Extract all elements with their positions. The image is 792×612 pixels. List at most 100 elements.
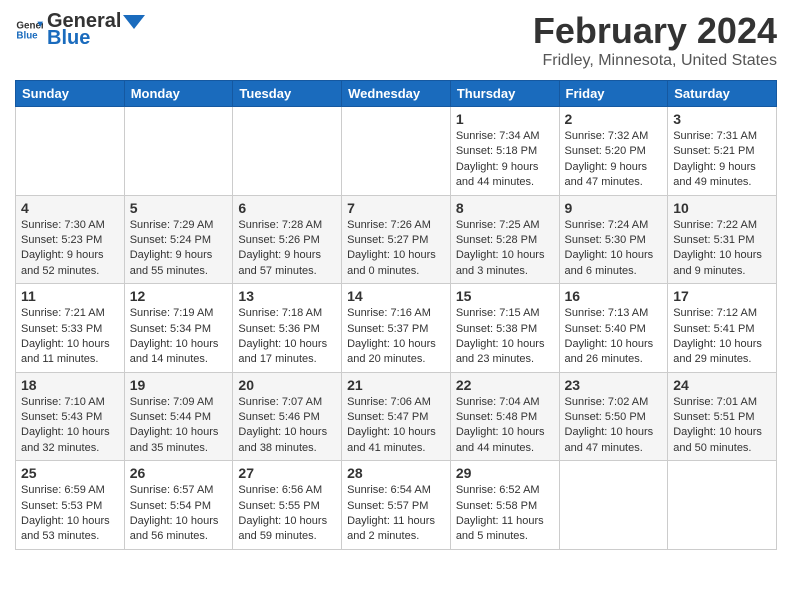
day-number: 17 bbox=[673, 288, 771, 304]
sunset-text: Sunset: 5:18 PM bbox=[456, 145, 537, 157]
day-number: 15 bbox=[456, 288, 554, 304]
daylight-text: Daylight: 10 hours and 44 minutes. bbox=[456, 426, 545, 453]
daylight-text: Daylight: 10 hours and 17 minutes. bbox=[238, 338, 327, 365]
day-number: 24 bbox=[673, 377, 771, 393]
daylight-text: Daylight: 11 hours and 2 minutes. bbox=[347, 515, 435, 542]
sunrise-text: Sunrise: 7:07 AM bbox=[238, 396, 322, 408]
day-number: 10 bbox=[673, 200, 771, 216]
table-row: 25 Sunrise: 6:59 AM Sunset: 5:53 PM Dayl… bbox=[16, 461, 125, 550]
sunset-text: Sunset: 5:54 PM bbox=[130, 500, 211, 512]
page-header: General Blue General Blue February 2024 … bbox=[15, 10, 777, 70]
day-info: Sunrise: 7:13 AM Sunset: 5:40 PM Dayligh… bbox=[565, 306, 663, 368]
day-info: Sunrise: 7:22 AM Sunset: 5:31 PM Dayligh… bbox=[673, 218, 771, 280]
table-row bbox=[124, 107, 233, 196]
day-info: Sunrise: 7:02 AM Sunset: 5:50 PM Dayligh… bbox=[565, 395, 663, 457]
day-info: Sunrise: 7:21 AM Sunset: 5:33 PM Dayligh… bbox=[21, 306, 119, 368]
day-info: Sunrise: 7:10 AM Sunset: 5:43 PM Dayligh… bbox=[21, 395, 119, 457]
day-number: 29 bbox=[456, 465, 554, 481]
sunset-text: Sunset: 5:23 PM bbox=[21, 234, 102, 246]
table-row: 8 Sunrise: 7:25 AM Sunset: 5:28 PM Dayli… bbox=[450, 195, 559, 284]
day-number: 16 bbox=[565, 288, 663, 304]
calendar-week-row: 25 Sunrise: 6:59 AM Sunset: 5:53 PM Dayl… bbox=[16, 461, 777, 550]
logo-arrow-icon bbox=[123, 11, 145, 33]
day-info: Sunrise: 7:01 AM Sunset: 5:51 PM Dayligh… bbox=[673, 395, 771, 457]
sunset-text: Sunset: 5:58 PM bbox=[456, 500, 537, 512]
sunrise-text: Sunrise: 7:10 AM bbox=[21, 396, 105, 408]
logo: General Blue General Blue bbox=[15, 10, 147, 50]
daylight-text: Daylight: 10 hours and 59 minutes. bbox=[238, 515, 327, 542]
daylight-text: Daylight: 10 hours and 20 minutes. bbox=[347, 338, 436, 365]
day-number: 19 bbox=[130, 377, 228, 393]
header-saturday: Saturday bbox=[668, 81, 777, 107]
daylight-text: Daylight: 10 hours and 41 minutes. bbox=[347, 426, 436, 453]
day-info: Sunrise: 6:56 AM Sunset: 5:55 PM Dayligh… bbox=[238, 483, 336, 545]
day-number: 2 bbox=[565, 111, 663, 127]
day-number: 28 bbox=[347, 465, 445, 481]
sunset-text: Sunset: 5:53 PM bbox=[21, 500, 102, 512]
sunrise-text: Sunrise: 7:26 AM bbox=[347, 219, 431, 231]
table-row: 3 Sunrise: 7:31 AM Sunset: 5:21 PM Dayli… bbox=[668, 107, 777, 196]
day-info: Sunrise: 7:32 AM Sunset: 5:20 PM Dayligh… bbox=[565, 129, 663, 191]
table-row bbox=[233, 107, 342, 196]
day-info: Sunrise: 6:57 AM Sunset: 5:54 PM Dayligh… bbox=[130, 483, 228, 545]
table-row: 19 Sunrise: 7:09 AM Sunset: 5:44 PM Dayl… bbox=[124, 372, 233, 461]
sunrise-text: Sunrise: 7:15 AM bbox=[456, 307, 540, 319]
sunset-text: Sunset: 5:27 PM bbox=[347, 234, 428, 246]
sunrise-text: Sunrise: 7:06 AM bbox=[347, 396, 431, 408]
day-number: 9 bbox=[565, 200, 663, 216]
day-info: Sunrise: 7:12 AM Sunset: 5:41 PM Dayligh… bbox=[673, 306, 771, 368]
day-number: 4 bbox=[21, 200, 119, 216]
table-row bbox=[342, 107, 451, 196]
daylight-text: Daylight: 10 hours and 29 minutes. bbox=[673, 338, 762, 365]
day-number: 23 bbox=[565, 377, 663, 393]
title-block: February 2024 Fridley, Minnesota, United… bbox=[533, 10, 777, 70]
day-info: Sunrise: 7:18 AM Sunset: 5:36 PM Dayligh… bbox=[238, 306, 336, 368]
day-info: Sunrise: 7:28 AM Sunset: 5:26 PM Dayligh… bbox=[238, 218, 336, 280]
day-info: Sunrise: 7:26 AM Sunset: 5:27 PM Dayligh… bbox=[347, 218, 445, 280]
sunrise-text: Sunrise: 7:01 AM bbox=[673, 396, 757, 408]
day-info: Sunrise: 7:15 AM Sunset: 5:38 PM Dayligh… bbox=[456, 306, 554, 368]
day-number: 18 bbox=[21, 377, 119, 393]
sunrise-text: Sunrise: 7:25 AM bbox=[456, 219, 540, 231]
table-row: 12 Sunrise: 7:19 AM Sunset: 5:34 PM Dayl… bbox=[124, 284, 233, 373]
day-info: Sunrise: 7:25 AM Sunset: 5:28 PM Dayligh… bbox=[456, 218, 554, 280]
table-row: 24 Sunrise: 7:01 AM Sunset: 5:51 PM Dayl… bbox=[668, 372, 777, 461]
day-info: Sunrise: 7:09 AM Sunset: 5:44 PM Dayligh… bbox=[130, 395, 228, 457]
table-row: 15 Sunrise: 7:15 AM Sunset: 5:38 PM Dayl… bbox=[450, 284, 559, 373]
sunset-text: Sunset: 5:51 PM bbox=[673, 411, 754, 423]
table-row: 9 Sunrise: 7:24 AM Sunset: 5:30 PM Dayli… bbox=[559, 195, 668, 284]
table-row: 28 Sunrise: 6:54 AM Sunset: 5:57 PM Dayl… bbox=[342, 461, 451, 550]
daylight-text: Daylight: 10 hours and 11 minutes. bbox=[21, 338, 110, 365]
header-sunday: Sunday bbox=[16, 81, 125, 107]
table-row: 13 Sunrise: 7:18 AM Sunset: 5:36 PM Dayl… bbox=[233, 284, 342, 373]
day-number: 27 bbox=[238, 465, 336, 481]
sunset-text: Sunset: 5:34 PM bbox=[130, 323, 211, 335]
sunset-text: Sunset: 5:33 PM bbox=[21, 323, 102, 335]
sunset-text: Sunset: 5:26 PM bbox=[238, 234, 319, 246]
table-row: 5 Sunrise: 7:29 AM Sunset: 5:24 PM Dayli… bbox=[124, 195, 233, 284]
sunset-text: Sunset: 5:37 PM bbox=[347, 323, 428, 335]
table-row: 14 Sunrise: 7:16 AM Sunset: 5:37 PM Dayl… bbox=[342, 284, 451, 373]
sunrise-text: Sunrise: 7:02 AM bbox=[565, 396, 649, 408]
sunrise-text: Sunrise: 7:19 AM bbox=[130, 307, 214, 319]
calendar-week-row: 4 Sunrise: 7:30 AM Sunset: 5:23 PM Dayli… bbox=[16, 195, 777, 284]
sunset-text: Sunset: 5:43 PM bbox=[21, 411, 102, 423]
daylight-text: Daylight: 9 hours and 49 minutes. bbox=[673, 161, 756, 188]
table-row: 23 Sunrise: 7:02 AM Sunset: 5:50 PM Dayl… bbox=[559, 372, 668, 461]
calendar-week-row: 18 Sunrise: 7:10 AM Sunset: 5:43 PM Dayl… bbox=[16, 372, 777, 461]
day-number: 26 bbox=[130, 465, 228, 481]
sunrise-text: Sunrise: 7:04 AM bbox=[456, 396, 540, 408]
calendar-week-row: 11 Sunrise: 7:21 AM Sunset: 5:33 PM Dayl… bbox=[16, 284, 777, 373]
sunset-text: Sunset: 5:24 PM bbox=[130, 234, 211, 246]
sunrise-text: Sunrise: 7:22 AM bbox=[673, 219, 757, 231]
table-row: 17 Sunrise: 7:12 AM Sunset: 5:41 PM Dayl… bbox=[668, 284, 777, 373]
sunset-text: Sunset: 5:40 PM bbox=[565, 323, 646, 335]
sunset-text: Sunset: 5:57 PM bbox=[347, 500, 428, 512]
sunrise-text: Sunrise: 7:13 AM bbox=[565, 307, 649, 319]
sunset-text: Sunset: 5:28 PM bbox=[456, 234, 537, 246]
day-info: Sunrise: 7:29 AM Sunset: 5:24 PM Dayligh… bbox=[130, 218, 228, 280]
table-row: 10 Sunrise: 7:22 AM Sunset: 5:31 PM Dayl… bbox=[668, 195, 777, 284]
daylight-text: Daylight: 9 hours and 52 minutes. bbox=[21, 249, 104, 276]
day-number: 20 bbox=[238, 377, 336, 393]
day-info: Sunrise: 7:07 AM Sunset: 5:46 PM Dayligh… bbox=[238, 395, 336, 457]
